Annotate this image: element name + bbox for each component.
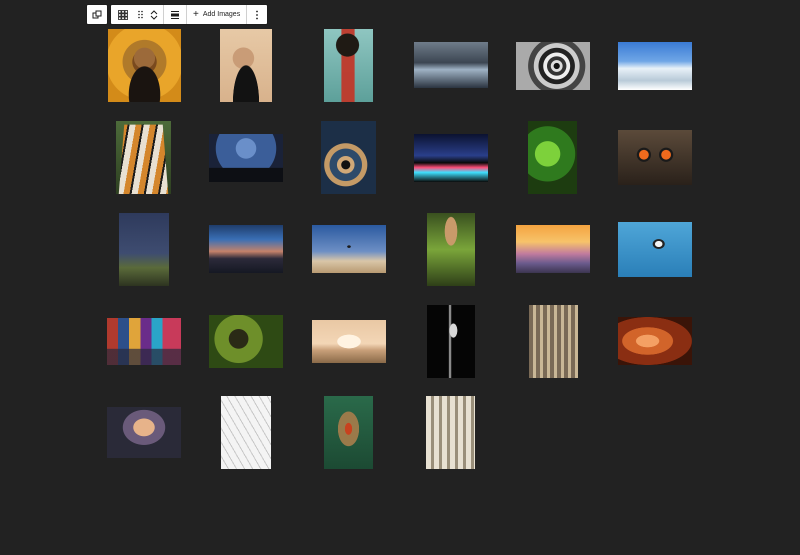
gallery-image[interactable] — [426, 396, 475, 469]
gallery-image[interactable] — [516, 42, 590, 90]
gallery-image[interactable] — [528, 121, 577, 194]
gallery-image[interactable] — [312, 225, 386, 273]
gallery-image[interactable] — [427, 305, 475, 378]
gallery-image[interactable] — [107, 407, 181, 458]
editor-canvas: + Add Images — [0, 0, 800, 555]
gallery-image[interactable] — [119, 213, 169, 286]
gallery-image[interactable] — [618, 222, 692, 277]
gallery-image[interactable] — [209, 225, 283, 273]
gallery-image[interactable] — [209, 315, 283, 368]
gallery-image[interactable] — [107, 318, 181, 365]
gallery-image[interactable] — [209, 134, 283, 182]
gallery-block[interactable] — [0, 0, 800, 555]
gallery-image[interactable] — [529, 305, 578, 378]
gallery-image[interactable] — [116, 121, 171, 194]
gallery-image[interactable] — [618, 317, 692, 365]
gallery-image[interactable] — [414, 42, 488, 88]
gallery-image[interactable] — [321, 121, 376, 194]
gallery-image[interactable] — [414, 134, 488, 182]
gallery-image[interactable] — [312, 320, 386, 363]
gallery-image[interactable] — [324, 29, 373, 102]
gallery-image[interactable] — [618, 42, 692, 90]
gallery-image[interactable] — [427, 213, 475, 286]
gallery-image[interactable] — [618, 130, 692, 185]
gallery-image[interactable] — [516, 225, 590, 273]
gallery-image[interactable] — [108, 29, 181, 102]
gallery-image[interactable] — [220, 29, 272, 102]
gallery-image[interactable] — [221, 396, 271, 469]
gallery-image[interactable] — [324, 396, 373, 469]
